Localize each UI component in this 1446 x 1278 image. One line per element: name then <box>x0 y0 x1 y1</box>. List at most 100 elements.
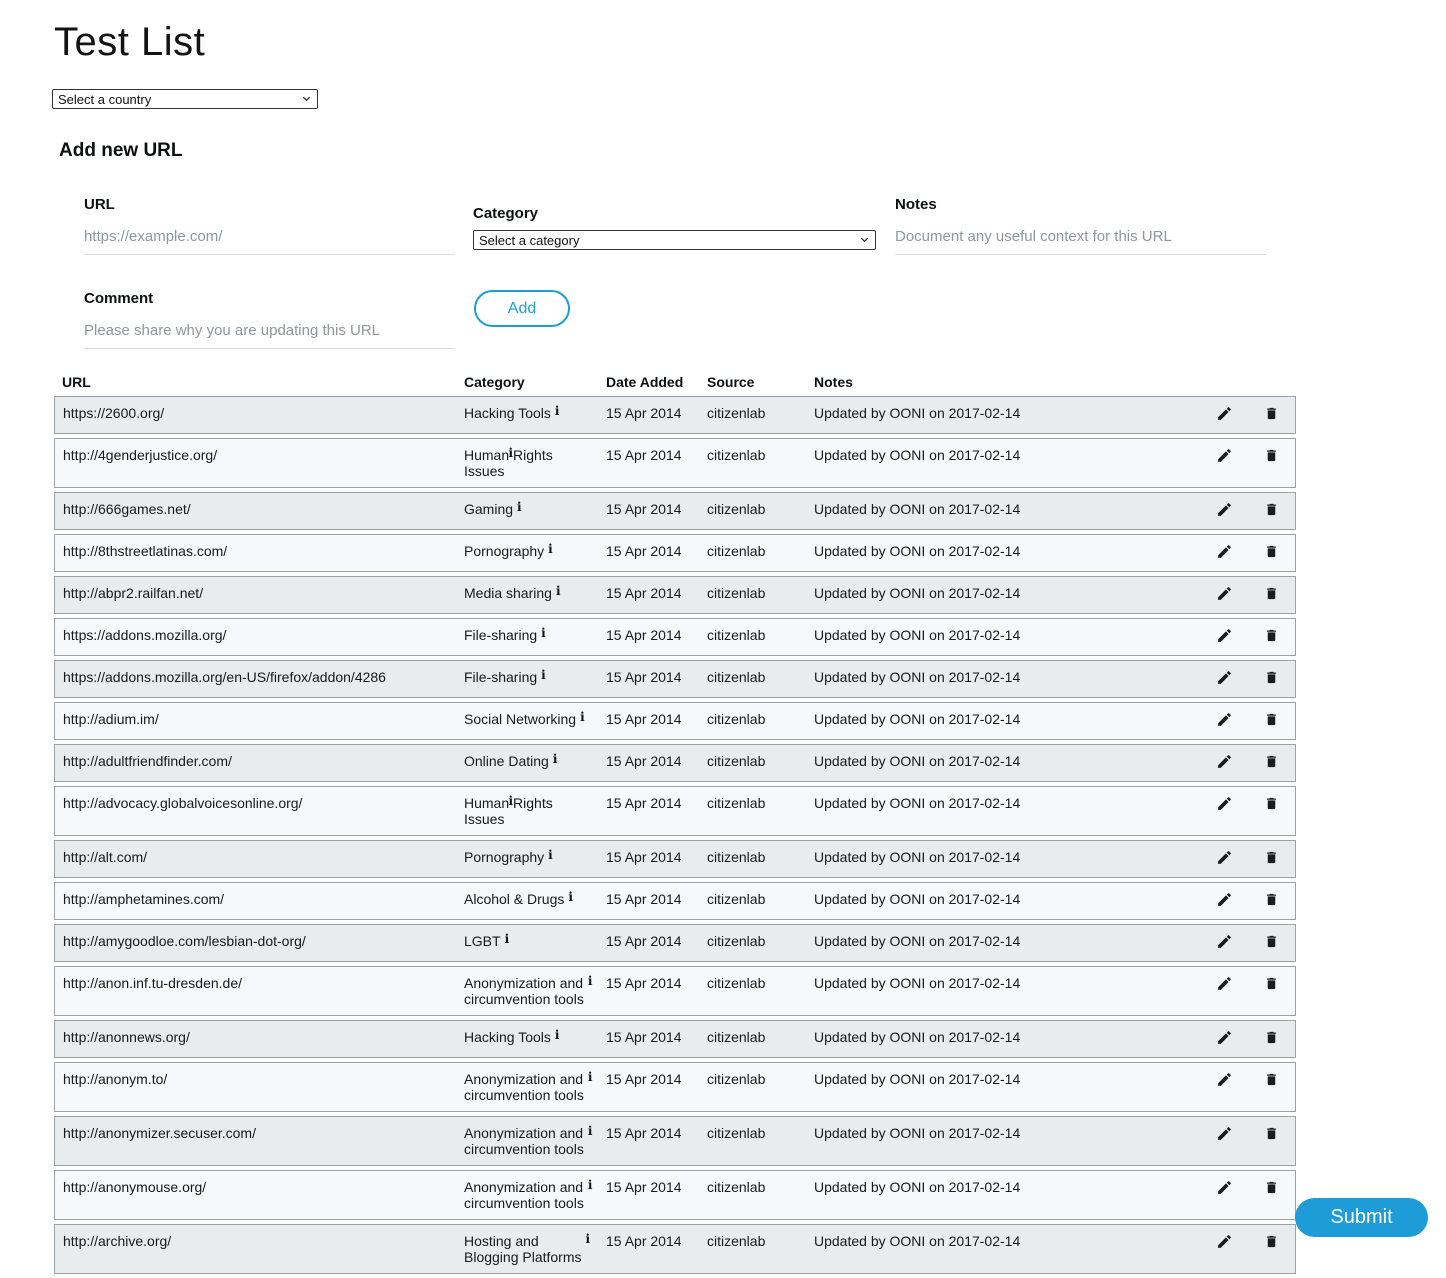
comment-input[interactable] <box>84 316 455 349</box>
source-cell: citizenlab <box>699 744 806 782</box>
country-select[interactable]: Select a country <box>52 89 318 109</box>
date-cell: 15 Apr 2014 <box>598 924 699 962</box>
edit-icon[interactable] <box>1216 543 1233 560</box>
delete-icon[interactable] <box>1264 627 1279 644</box>
info-icon[interactable]: i <box>517 501 522 513</box>
edit-icon[interactable] <box>1216 1125 1233 1142</box>
info-icon[interactable]: i <box>548 543 553 555</box>
add-button[interactable]: Add <box>474 290 570 327</box>
delete-icon[interactable] <box>1264 849 1279 866</box>
info-icon[interactable]: i <box>548 849 553 861</box>
delete-icon[interactable] <box>1264 1071 1279 1088</box>
edit-icon[interactable] <box>1216 891 1233 908</box>
delete-icon[interactable] <box>1264 711 1279 728</box>
edit-icon[interactable] <box>1216 1233 1233 1250</box>
edit-icon[interactable] <box>1216 1029 1233 1046</box>
category-select[interactable]: Select a category <box>473 230 876 250</box>
info-icon[interactable]: i <box>588 1179 593 1191</box>
edit-icon[interactable] <box>1216 627 1233 644</box>
table-row: http://anonymizer.secuser.com/ Anonymiza… <box>54 1116 1296 1166</box>
url-cell: http://anon.inf.tu-dresden.de/ <box>54 966 456 1016</box>
info-icon[interactable]: i <box>568 891 573 903</box>
source-cell: citizenlab <box>699 882 806 920</box>
submit-button[interactable]: Submit <box>1295 1198 1428 1237</box>
delete-icon[interactable] <box>1264 585 1279 602</box>
info-icon[interactable]: i <box>588 975 593 987</box>
info-icon[interactable]: i <box>508 795 513 807</box>
notes-cell: Updated by OONI on 2017-02-14 <box>806 1170 1196 1220</box>
edit-icon[interactable] <box>1216 447 1233 464</box>
date-cell: 15 Apr 2014 <box>598 702 699 740</box>
url-cell: http://amphetamines.com/ <box>54 882 456 920</box>
actions-cell <box>1196 1062 1296 1112</box>
actions-cell <box>1196 618 1296 656</box>
notes-cell: Updated by OONI on 2017-02-14 <box>806 438 1196 488</box>
delete-icon[interactable] <box>1264 1179 1279 1196</box>
url-cell: http://anonymizer.secuser.com/ <box>54 1116 456 1166</box>
date-cell: 15 Apr 2014 <box>598 1020 699 1058</box>
delete-icon[interactable] <box>1264 891 1279 908</box>
info-icon[interactable]: i <box>555 405 560 417</box>
edit-icon[interactable] <box>1216 711 1233 728</box>
category-cell: Pornographyi <box>456 840 598 878</box>
page: { "page": { "title": "Test List" }, "cou… <box>0 0 1446 1263</box>
header-date-added: Date Added <box>598 374 699 392</box>
info-icon[interactable]: i <box>580 711 585 723</box>
notes-cell: Updated by OONI on 2017-02-14 <box>806 702 1196 740</box>
category-field-label: Category <box>473 205 538 222</box>
date-cell: 15 Apr 2014 <box>598 576 699 614</box>
url-input[interactable] <box>84 222 455 255</box>
info-icon[interactable]: i <box>508 447 513 459</box>
delete-icon[interactable] <box>1264 795 1279 812</box>
source-cell: citizenlab <box>699 534 806 572</box>
delete-icon[interactable] <box>1264 447 1279 464</box>
edit-icon[interactable] <box>1216 849 1233 866</box>
info-icon[interactable]: i <box>586 1233 591 1245</box>
info-icon[interactable]: i <box>541 669 546 681</box>
info-icon[interactable]: i <box>505 933 510 945</box>
delete-icon[interactable] <box>1264 1029 1279 1046</box>
actions-cell <box>1196 1116 1296 1166</box>
edit-icon[interactable] <box>1216 1071 1233 1088</box>
source-cell: citizenlab <box>699 1170 806 1220</box>
info-icon[interactable]: i <box>553 753 558 765</box>
edit-icon[interactable] <box>1216 1179 1233 1196</box>
delete-icon[interactable] <box>1264 501 1279 518</box>
notes-input[interactable] <box>895 222 1266 255</box>
delete-icon[interactable] <box>1264 1233 1279 1250</box>
delete-icon[interactable] <box>1264 669 1279 686</box>
actions-cell <box>1196 966 1296 1016</box>
delete-icon[interactable] <box>1264 1125 1279 1142</box>
delete-icon[interactable] <box>1264 405 1279 422</box>
edit-icon[interactable] <box>1216 585 1233 602</box>
notes-cell: Updated by OONI on 2017-02-14 <box>806 660 1196 698</box>
edit-icon[interactable] <box>1216 795 1233 812</box>
actions-cell <box>1196 744 1296 782</box>
edit-icon[interactable] <box>1216 669 1233 686</box>
info-icon[interactable]: i <box>588 1125 593 1137</box>
delete-icon[interactable] <box>1264 975 1279 992</box>
delete-icon[interactable] <box>1264 543 1279 560</box>
date-cell: 15 Apr 2014 <box>598 1170 699 1220</box>
info-icon[interactable]: i <box>588 1071 593 1083</box>
edit-icon[interactable] <box>1216 753 1233 770</box>
date-cell: 15 Apr 2014 <box>598 534 699 572</box>
info-icon[interactable]: i <box>556 585 561 597</box>
header-category: Category <box>456 374 598 392</box>
edit-icon[interactable] <box>1216 501 1233 518</box>
edit-icon[interactable] <box>1216 933 1233 950</box>
notes-cell: Updated by OONI on 2017-02-14 <box>806 1116 1196 1166</box>
info-icon[interactable]: i <box>555 1029 560 1041</box>
notes-cell: Updated by OONI on 2017-02-14 <box>806 576 1196 614</box>
edit-icon[interactable] <box>1216 975 1233 992</box>
category-cell: Anonymization and circumvention toolsi <box>456 1062 598 1112</box>
edit-icon[interactable] <box>1216 405 1233 422</box>
date-cell: 15 Apr 2014 <box>598 786 699 836</box>
info-icon[interactable]: i <box>541 627 546 639</box>
delete-icon[interactable] <box>1264 933 1279 950</box>
actions-cell <box>1196 786 1296 836</box>
delete-icon[interactable] <box>1264 753 1279 770</box>
table-row: http://anonym.to/ Anonymization and circ… <box>54 1062 1296 1112</box>
source-cell: citizenlab <box>699 438 806 488</box>
url-cell: http://4genderjustice.org/ <box>54 438 456 488</box>
